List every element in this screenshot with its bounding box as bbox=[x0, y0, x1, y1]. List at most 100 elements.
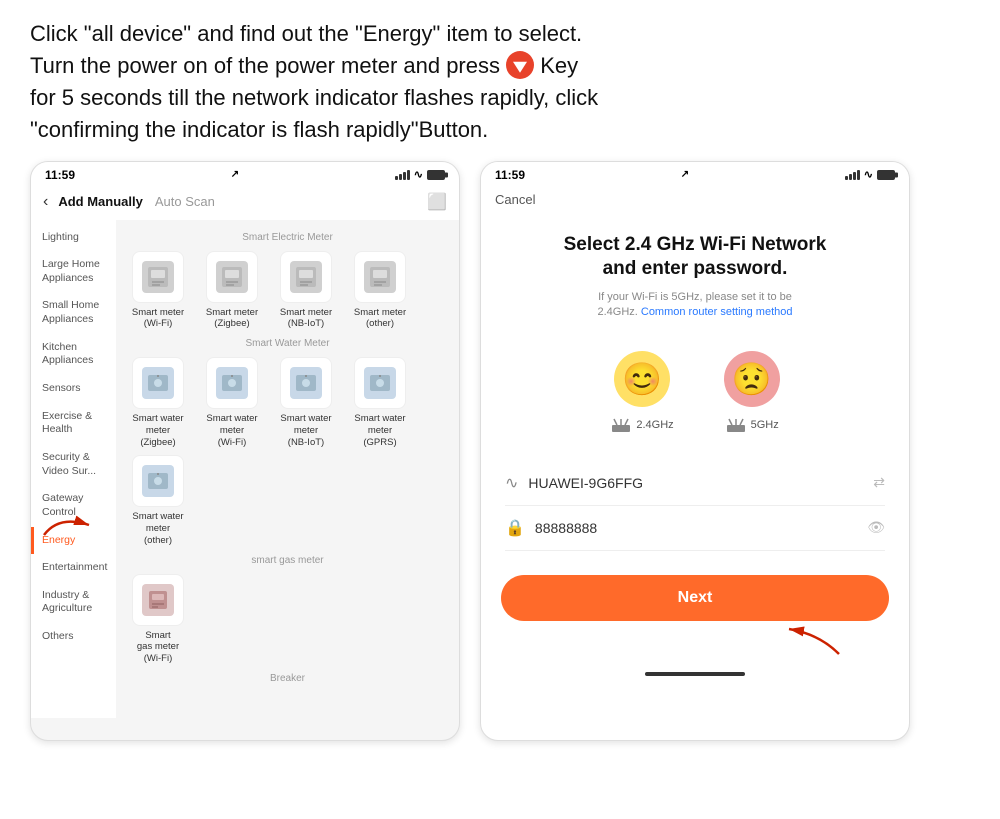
password-toggle-icon[interactable]: 👁 bbox=[867, 519, 885, 536]
sidebar-item-small-home[interactable]: Small Home Appliances bbox=[31, 292, 116, 333]
device-water-zigbee[interactable]: Smart watermeter(Zigbee) bbox=[124, 357, 192, 449]
bar3b bbox=[853, 172, 856, 180]
sidebar-item-sensors[interactable]: Sensors bbox=[31, 375, 116, 403]
gas-meter-grid: Smartgas meter(Wi-Fi) bbox=[124, 574, 451, 666]
router-setting-link[interactable]: Common router setting method bbox=[641, 306, 793, 318]
section-breaker: Breaker bbox=[124, 673, 451, 684]
sidebar-item-entertainment[interactable]: Entertainment bbox=[31, 554, 116, 582]
instruction-line1: Click "all device" and find out the "Ene… bbox=[30, 21, 582, 46]
cancel-button[interactable]: Cancel bbox=[495, 192, 535, 207]
water-meter-grid: Smart watermeter(Zigbee) bbox=[124, 357, 451, 546]
device-name-wifi: Smart meter(Wi-Fi) bbox=[132, 307, 184, 331]
sidebar-item-large-home[interactable]: Large Home Appliances bbox=[31, 251, 116, 292]
device-name-water-wifi: Smart watermeter(Wi-Fi) bbox=[206, 413, 257, 449]
water-icon-other bbox=[132, 455, 184, 507]
device-name-water-gprs: Smart watermeter(GPRS) bbox=[354, 413, 405, 449]
happy-emoji: 😊 bbox=[614, 351, 670, 407]
water-other-svg bbox=[144, 467, 172, 495]
wifi-password-value: 88888888 bbox=[535, 520, 857, 536]
scan-qr-icon[interactable]: ⬜ bbox=[427, 192, 447, 212]
instruction-block: Click "all device" and find out the "Ene… bbox=[0, 0, 1000, 156]
bar1 bbox=[395, 176, 398, 180]
meter-wifi-svg bbox=[144, 263, 172, 291]
wifi-subtitle: If your Wi-Fi is 5GHz, please set it to … bbox=[501, 290, 889, 321]
back-button[interactable]: ‹ bbox=[43, 193, 48, 211]
device-water-gprs[interactable]: Smart watermeter(GPRS) bbox=[346, 357, 414, 449]
phone2-time: 11:59 bbox=[495, 168, 525, 182]
next-arrow-svg bbox=[769, 619, 849, 659]
device-name-gas-wifi: Smartgas meter(Wi-Fi) bbox=[137, 630, 179, 666]
location-arrow2: ↗ bbox=[681, 169, 689, 180]
sidebar-item-others[interactable]: Others bbox=[31, 623, 116, 651]
section-electric-meter: Smart Electric Meter bbox=[124, 232, 451, 243]
device-gas-wifi[interactable]: Smartgas meter(Wi-Fi) bbox=[124, 574, 192, 666]
sidebar-item-exercise[interactable]: Exercise & Health bbox=[31, 403, 116, 444]
device-name-water-zigbee: Smart watermeter(Zigbee) bbox=[132, 413, 183, 449]
water-other-icon bbox=[142, 465, 174, 497]
device-smart-meter-wifi[interactable]: Smart meter(Wi-Fi) bbox=[124, 251, 192, 331]
device-smart-meter-zigbee[interactable]: Smart meter(Zigbee) bbox=[198, 251, 266, 331]
phone1-status-bar: 11:59 ↗ ∿ bbox=[31, 162, 459, 186]
sidebar-item-security[interactable]: Security & Video Sur... bbox=[31, 444, 116, 485]
nav-tabs: Add Manually Auto Scan bbox=[58, 194, 417, 209]
device-smart-meter-other[interactable]: Smart meter(other) bbox=[346, 251, 414, 331]
device-smart-meter-nbiot[interactable]: Smart meter(NB-IoT) bbox=[272, 251, 340, 331]
sidebar-item-industry[interactable]: Industry & Agriculture bbox=[31, 582, 116, 623]
water-icon-gprs bbox=[354, 357, 406, 409]
signal-bars bbox=[395, 170, 410, 180]
electric-meter-grid: Smart meter(Wi-Fi) bbox=[124, 251, 451, 331]
wifi-network-value: HUAWEI-9G6FFG bbox=[528, 475, 863, 491]
phone2-body: Select 2.4 GHz Wi-Fi Networkand enter pa… bbox=[481, 213, 909, 692]
next-button[interactable]: Next bbox=[501, 575, 889, 621]
wifi-option-24ghz[interactable]: 😊 2.4GHz bbox=[610, 351, 673, 433]
sidebar-item-kitchen[interactable]: Kitchen Appliances bbox=[31, 334, 116, 375]
wifi-change-icon[interactable]: ⇄ bbox=[873, 474, 885, 491]
wifi-network-row[interactable]: ∿ HUAWEI-9G6FFG ⇄ bbox=[505, 461, 885, 506]
instruction-line3: Key bbox=[540, 53, 578, 78]
meter-zigbee-svg bbox=[218, 263, 246, 291]
wifi-5ghz-label: 5GHz bbox=[725, 417, 779, 433]
phones-area: 11:59 ↗ ∿ ‹ Add Manually bbox=[0, 161, 1000, 741]
device-name-zigbee: Smart meter(Zigbee) bbox=[206, 307, 258, 331]
device-water-wifi[interactable]: Smart watermeter(Wi-Fi) bbox=[198, 357, 266, 449]
instruction-line5: "confirming the indicator is flash rapid… bbox=[30, 117, 488, 142]
section-water-meter: Smart Water Meter bbox=[124, 338, 451, 349]
sad-emoji: 😟 bbox=[724, 351, 780, 407]
lock-icon: 🔒 bbox=[505, 518, 525, 538]
meter-nbiot-icon bbox=[290, 261, 322, 293]
tab-add-manually[interactable]: Add Manually bbox=[58, 194, 143, 209]
instruction-line2: Turn the power on of the power meter and… bbox=[30, 53, 500, 78]
phone1-status-icons: ∿ bbox=[395, 168, 445, 181]
next-arrow-annotation bbox=[501, 619, 849, 664]
water-nbiot-icon bbox=[290, 367, 322, 399]
gas-icon-wifi bbox=[132, 574, 184, 626]
tab-auto-scan[interactable]: Auto Scan bbox=[155, 194, 215, 209]
section-gas-meter: smart gas meter bbox=[124, 555, 451, 566]
water-zigbee-icon bbox=[142, 367, 174, 399]
device-water-nbiot[interactable]: Smart watermeter(NB-IoT) bbox=[272, 357, 340, 449]
category-sidebar: Lighting Large Home Appliances Small Hom… bbox=[31, 220, 116, 718]
gas-wifi-svg bbox=[144, 586, 172, 614]
signal-bars2 bbox=[845, 170, 860, 180]
sidebar-item-lighting[interactable]: Lighting bbox=[31, 224, 116, 252]
water-icon-nbiot bbox=[280, 357, 332, 409]
phone2: 11:59 ↗ ∿ Cancel Se bbox=[480, 161, 910, 741]
wifi-title: Select 2.4 GHz Wi-Fi Networkand enter pa… bbox=[501, 233, 889, 282]
instruction-line4: for 5 seconds till the network indicator… bbox=[30, 85, 598, 110]
wifi-password-row[interactable]: 🔒 88888888 👁 bbox=[505, 506, 885, 551]
meter-other-icon bbox=[364, 261, 396, 293]
device-water-other[interactable]: Smart watermeter(other) bbox=[124, 455, 192, 547]
wifi-option-5ghz[interactable]: 😟 5GHz bbox=[724, 351, 780, 433]
connecting-label: Connecting bbox=[505, 43, 535, 52]
phone1: 11:59 ↗ ∿ ‹ Add Manually bbox=[30, 161, 460, 741]
water-gprs-icon bbox=[364, 367, 396, 399]
water-wifi-icon bbox=[216, 367, 248, 399]
battery-icon1 bbox=[427, 170, 445, 180]
location-arrow: ↗ bbox=[231, 169, 239, 180]
meter-wifi-icon bbox=[142, 261, 174, 293]
bar2b bbox=[849, 174, 852, 180]
bar4b bbox=[857, 170, 860, 180]
meter-other-svg bbox=[366, 263, 394, 291]
energy-arrow-annotation bbox=[39, 510, 99, 540]
phone1-time: 11:59 bbox=[45, 168, 75, 182]
